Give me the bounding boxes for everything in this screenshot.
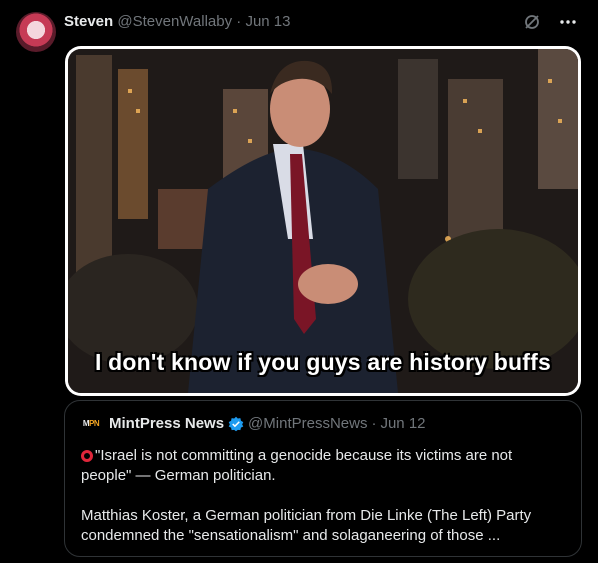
quoted-line-2: Matthias Koster, a German politician fro… xyxy=(81,507,532,544)
handle[interactable]: @StevenWallaby xyxy=(117,13,232,30)
grok-icon[interactable] xyxy=(522,12,542,32)
logo-text-2: PN xyxy=(89,419,100,428)
mintpress-logo[interactable]: M PN xyxy=(81,418,101,430)
separator: · xyxy=(236,13,242,30)
tweet-date[interactable]: Jun 13 xyxy=(245,13,290,30)
quoted-line-1: "Israel is not committing a genocide bec… xyxy=(81,447,513,484)
verified-badge-icon xyxy=(228,416,244,432)
media-image[interactable]: I don't know if you guys are history buf… xyxy=(68,49,578,393)
quoted-paragraph-1: "Israel is not committing a genocide bec… xyxy=(81,446,565,486)
talk-show-scene xyxy=(68,49,578,393)
red-circle-icon xyxy=(81,450,93,462)
tweet-media[interactable]: I don't know if you guys are history buf… xyxy=(65,46,581,396)
quoted-tweet-body: "Israel is not committing a genocide bec… xyxy=(81,446,565,546)
quoted-handle[interactable]: @MintPressNews xyxy=(248,414,367,434)
display-name[interactable]: Steven xyxy=(64,13,113,30)
quoted-separator: · xyxy=(371,415,377,432)
quoted-date[interactable]: Jun 12 xyxy=(380,414,425,434)
more-icon[interactable] xyxy=(558,12,578,32)
media-caption: I don't know if you guys are history buf… xyxy=(94,349,551,375)
tweet-header: Steven @StevenWallaby · Jun 13 xyxy=(64,13,291,31)
tweet-actions xyxy=(522,12,578,32)
quoted-tweet-header: M PN MintPress News @MintPressNews · Jun … xyxy=(81,414,565,434)
avatar[interactable] xyxy=(16,12,56,52)
quoted-paragraph-2: Matthias Koster, a German politician fro… xyxy=(81,506,565,546)
quoted-display-name[interactable]: MintPress News xyxy=(109,414,224,434)
quoted-tweet[interactable]: M PN MintPress News @MintPressNews · Jun … xyxy=(64,400,582,557)
